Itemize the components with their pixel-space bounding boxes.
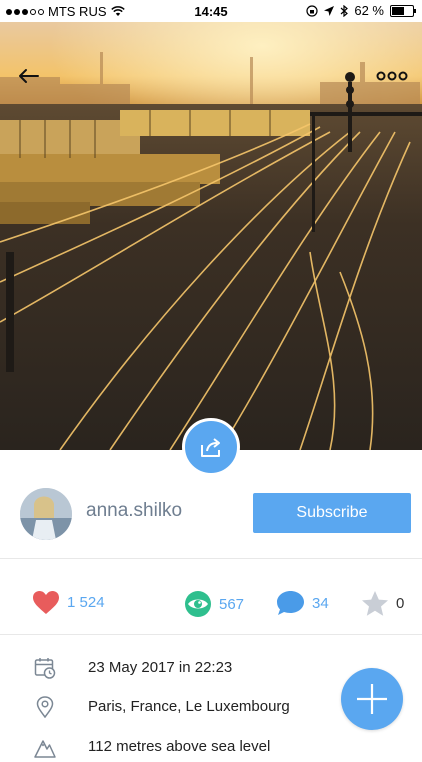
detail-location-text: Paris, France, Le Luxembourg [88, 698, 290, 715]
comment-bubble-icon [277, 591, 304, 615]
comments-button[interactable]: 34 [276, 590, 329, 616]
favorites-count: 0 [396, 595, 405, 612]
location-pin-icon [36, 696, 54, 718]
arrow-left-icon [19, 69, 39, 83]
orientation-lock-icon [306, 4, 318, 17]
add-button[interactable] [341, 668, 403, 730]
views-stat[interactable]: 567 [184, 590, 244, 618]
detail-altitude-text: 112 metres above sea level [88, 738, 271, 755]
like-button[interactable]: 1 524 [32, 590, 105, 615]
plus-icon [357, 684, 387, 714]
battery-percent: 62 % [354, 3, 384, 18]
divider [0, 558, 422, 559]
heart-icon [33, 591, 59, 614]
author-row: anna.shilko Subscribe [0, 470, 422, 558]
more-options-button[interactable] [374, 62, 410, 90]
battery-icon [390, 4, 416, 17]
back-button[interactable] [14, 62, 44, 90]
detail-date-text: 23 May 2017 in 22:23 [88, 659, 233, 676]
stats-row: 1 524 567 34 0 [0, 575, 422, 633]
views-count: 567 [219, 595, 245, 613]
avatar[interactable] [20, 488, 72, 540]
star-icon [362, 591, 388, 616]
status-right: 62 % [306, 3, 416, 18]
bluetooth-icon [340, 4, 349, 17]
share-icon [201, 438, 220, 457]
railway-yard-photo [0, 22, 422, 450]
subscribe-button[interactable]: Subscribe [253, 493, 411, 533]
avatar-image [20, 488, 72, 540]
status-bar: MTS RUS 14:45 62 % [0, 0, 422, 22]
comments-count: 34 [312, 594, 329, 612]
eye-icon [185, 591, 211, 617]
divider [0, 634, 422, 635]
detail-altitude: 112 metres above sea level [0, 732, 422, 762]
username[interactable]: anna.shilko [86, 500, 182, 522]
likes-count: 1 524 [67, 594, 105, 611]
calendar-clock-icon [34, 658, 56, 679]
more-dots-icon [376, 71, 408, 81]
mountain-icon [34, 740, 56, 758]
favorite-button[interactable]: 0 [361, 590, 404, 617]
post-photo [0, 22, 422, 450]
share-button[interactable] [182, 418, 240, 476]
location-arrow-icon [324, 5, 335, 16]
